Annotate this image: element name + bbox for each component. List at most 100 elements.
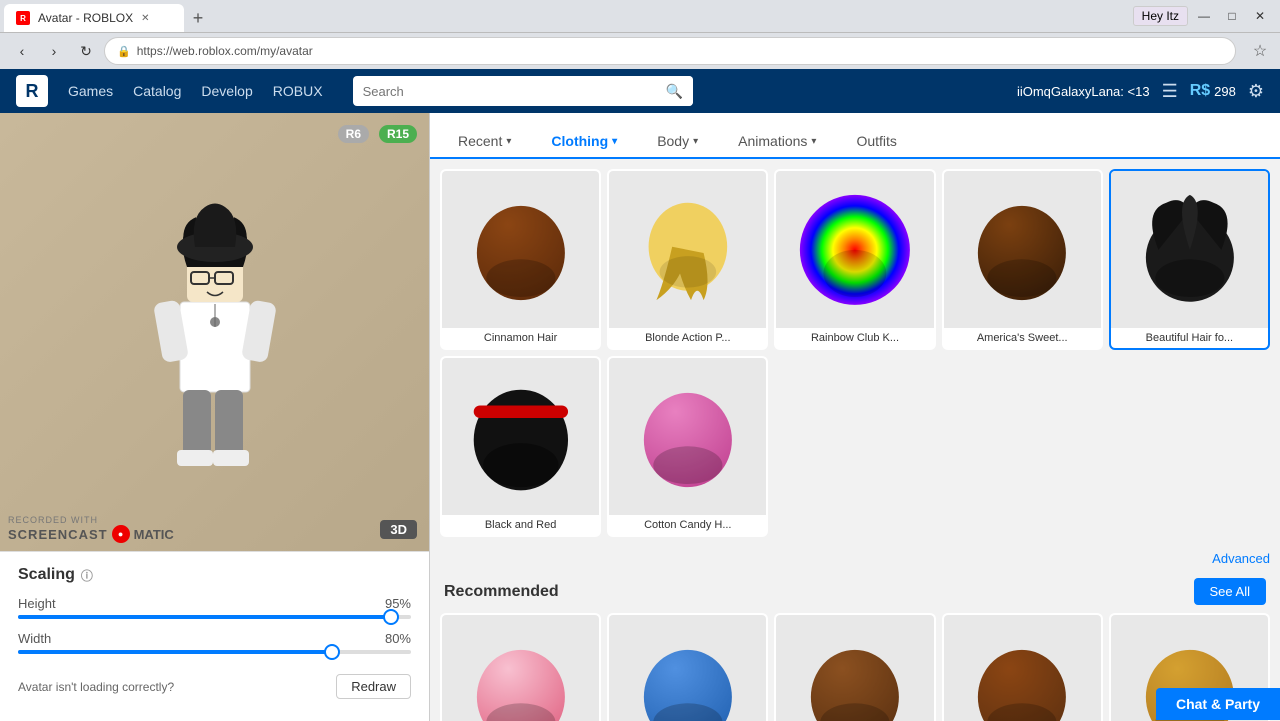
height-slider-track [18, 615, 411, 619]
search-input[interactable] [353, 84, 657, 99]
item-thumb-blackred [442, 358, 599, 515]
height-label: Height [18, 596, 56, 611]
item-label-cinnamon: Cinnamon Hair [442, 328, 599, 348]
item-label-blackred: Black and Red [442, 515, 599, 535]
advanced-link[interactable]: Advanced [440, 547, 1270, 570]
reload-btn[interactable]: ↻ [72, 37, 100, 65]
chat-party-btn[interactable]: Chat & Party [1156, 688, 1280, 720]
chevron-down-icon: ▾ [811, 136, 816, 147]
nav-develop[interactable]: Develop [201, 83, 252, 99]
rec-item-card-messy[interactable]: Messy Hair [774, 613, 935, 721]
chevron-down-icon: ▾ [506, 136, 511, 147]
r6-badge[interactable]: R6 [338, 125, 369, 143]
item-label-cotton: Cotton Candy H... [609, 515, 766, 535]
settings-icon[interactable]: ⚙ [1248, 81, 1264, 102]
maximize-btn[interactable]: □ [1220, 4, 1244, 28]
redraw-btn[interactable]: Redraw [336, 674, 411, 699]
minimize-btn[interactable]: — [1192, 4, 1216, 28]
tab-animations[interactable]: Animations ▾ [718, 125, 836, 157]
tab-clothing[interactable]: Clothing ▾ [531, 125, 637, 159]
item-thumb-rainbow [776, 171, 933, 328]
avatar-viewport: R6 R15 [0, 113, 429, 551]
screencast-suffix: MATIC [134, 527, 174, 542]
bookmark-btn[interactable]: ☆ [1248, 39, 1272, 63]
item-card-americas[interactable]: America's Sweet... [942, 169, 1103, 350]
recommended-header: Recommended See All [440, 570, 1270, 613]
nav-robux[interactable]: ROBUX [273, 83, 323, 99]
chevron-down-icon: ▾ [612, 136, 617, 147]
redraw-text: Avatar isn't loading correctly? [18, 680, 174, 694]
category-tabs: Recent ▾ Clothing ▾ Body ▾ Animations ▾ … [430, 113, 1280, 159]
roblox-logo-text: R [26, 81, 39, 102]
close-btn[interactable]: ✕ [1248, 4, 1272, 28]
recommended-title: Recommended [444, 583, 559, 601]
lock-icon: 🔒 [117, 45, 131, 58]
tab-close-btn[interactable]: ✕ [141, 13, 149, 24]
width-scale-row: Width 80% [18, 631, 411, 654]
height-scale-row: Height 95% [18, 596, 411, 619]
recent-items-grid: Cinnamon Hair Blonde Action P... Rainbow… [440, 169, 1270, 537]
rec-item-card-spring[interactable]: Spring Flowers ... [942, 613, 1103, 721]
item-card-cinnamon[interactable]: Cinnamon Hair [440, 169, 601, 350]
screencast-recorded: RECORDED WITH [8, 515, 174, 525]
new-tab-btn[interactable]: + [184, 4, 212, 32]
item-card-rainbow[interactable]: Rainbow Club K... [774, 169, 935, 350]
items-area: Cinnamon Hair Blonde Action P... Rainbow… [430, 159, 1280, 721]
rec-item-thumb-animazing [609, 615, 766, 721]
width-slider-track [18, 650, 411, 654]
address-text: https://web.roblox.com/my/avatar [137, 44, 313, 58]
item-thumb-blonde [609, 171, 766, 328]
width-label: Width [18, 631, 51, 646]
item-thumb-americas [944, 171, 1101, 328]
robux-icon: R$ [1190, 82, 1210, 100]
item-label-blonde: Blonde Action P... [609, 328, 766, 348]
rec-item-thumb-strawberry [442, 615, 599, 721]
item-thumb-cinnamon [442, 171, 599, 328]
width-slider-thumb[interactable] [324, 644, 340, 660]
item-label-beautiful: Beautiful Hair fo... [1111, 328, 1268, 348]
tab-title: Avatar - ROBLOX [38, 11, 133, 25]
height-slider-fill [18, 615, 391, 619]
tab-favicon: R [16, 11, 30, 25]
width-slider-fill [18, 650, 332, 654]
item-card-cotton[interactable]: Cotton Candy H... [607, 356, 768, 537]
nav-menu-icon[interactable]: ☰ [1162, 81, 1178, 102]
nav-username: iiOmqGalaxyLana: <13 [1017, 84, 1150, 99]
screencast-icon: ● [112, 525, 130, 543]
item-card-beautiful[interactable]: Beautiful Hair fo... [1109, 169, 1270, 350]
scaling-title-text: Scaling [18, 566, 75, 584]
nav-catalog[interactable]: Catalog [133, 83, 181, 99]
nav-games[interactable]: Games [68, 83, 113, 99]
tab-outfits[interactable]: Outfits [836, 125, 916, 157]
recommended-items-grid: Strawberry Ice C... Animazing Hair Messy… [440, 613, 1270, 721]
item-card-blonde[interactable]: Blonde Action P... [607, 169, 768, 350]
rec-item-card-animazing[interactable]: Animazing Hair [607, 613, 768, 721]
item-thumb-beautiful [1111, 171, 1268, 328]
chevron-down-icon: ▾ [693, 136, 698, 147]
address-bar[interactable]: 🔒 https://web.roblox.com/my/avatar [104, 37, 1236, 65]
rec-item-card-strawberry[interactable]: Strawberry Ice C... [440, 613, 601, 721]
forward-btn[interactable]: › [40, 37, 68, 65]
height-slider-thumb[interactable] [383, 609, 399, 625]
hey-badge: Hey Itz [1133, 6, 1188, 26]
item-label-americas: America's Sweet... [944, 328, 1101, 348]
back-btn[interactable]: ‹ [8, 37, 36, 65]
scaling-info-icon[interactable]: ⓘ [81, 567, 93, 584]
browser-tab[interactable]: R Avatar - ROBLOX ✕ [4, 4, 184, 32]
view-3d-badge[interactable]: 3D [380, 520, 417, 539]
r15-badge[interactable]: R15 [379, 125, 417, 143]
tab-body[interactable]: Body ▾ [637, 125, 718, 157]
rec-item-thumb-messy [776, 615, 933, 721]
robux-amount: 298 [1214, 84, 1236, 99]
screencast-name: SCREENCAST [8, 527, 108, 542]
tab-recent[interactable]: Recent ▾ [438, 125, 531, 157]
robux-badge[interactable]: R$ 298 [1190, 82, 1236, 100]
width-value: 80% [385, 631, 411, 646]
rec-item-thumb-spring [944, 615, 1101, 721]
scaling-panel: Scaling ⓘ Height 95% Width 80% [0, 551, 429, 721]
roblox-logo[interactable]: R [16, 75, 48, 107]
search-btn[interactable]: 🔍 [657, 76, 693, 106]
see-all-btn[interactable]: See All [1194, 578, 1266, 605]
search-bar[interactable]: 🔍 [353, 76, 693, 106]
item-card-blackred[interactable]: Black and Red [440, 356, 601, 537]
